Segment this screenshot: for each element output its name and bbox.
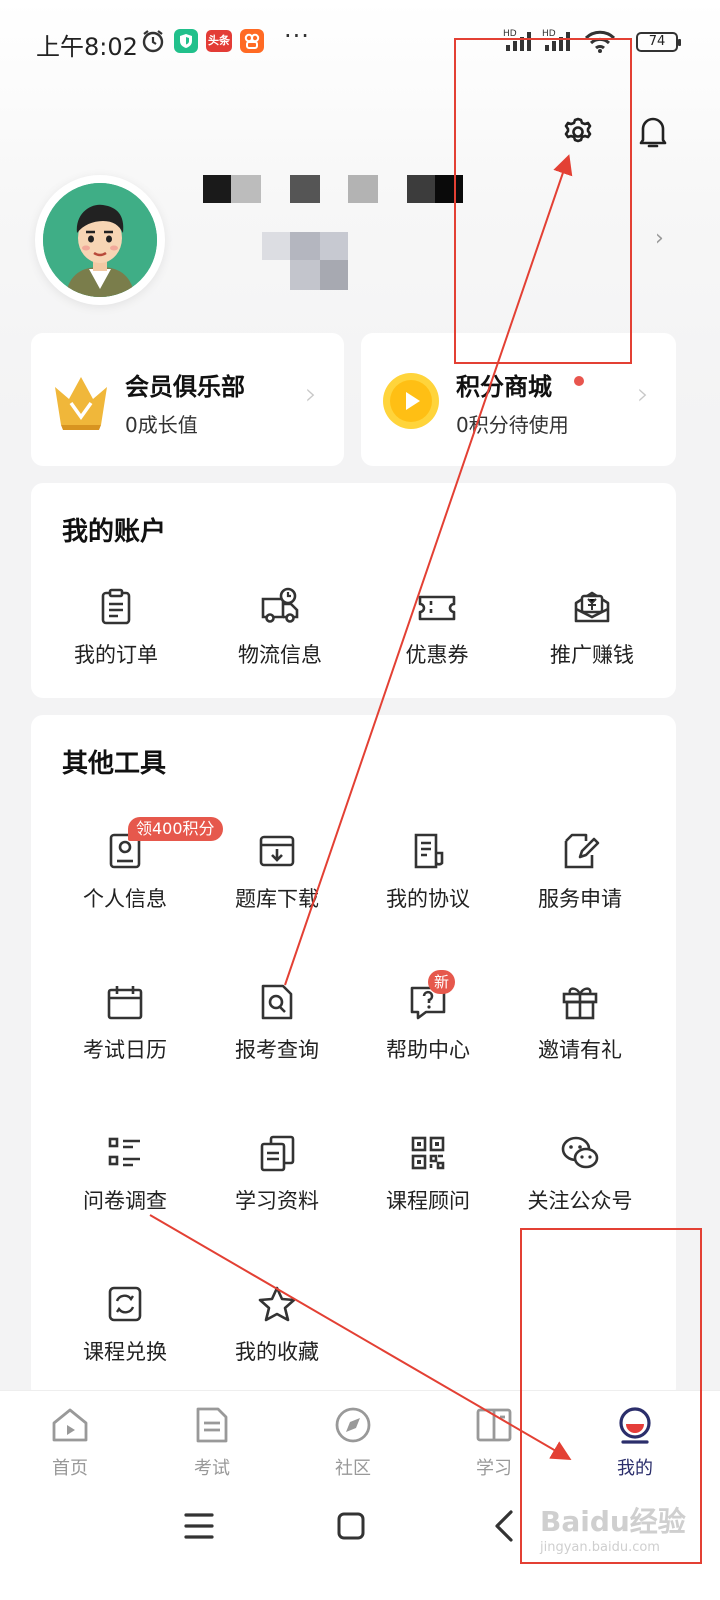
profile-page: 上午8:02 头条 ··· HD HD 74 › 会员俱乐部 0成长值 › 积分… bbox=[0, 0, 720, 1600]
annotation-arrows bbox=[149, 154, 573, 1461]
